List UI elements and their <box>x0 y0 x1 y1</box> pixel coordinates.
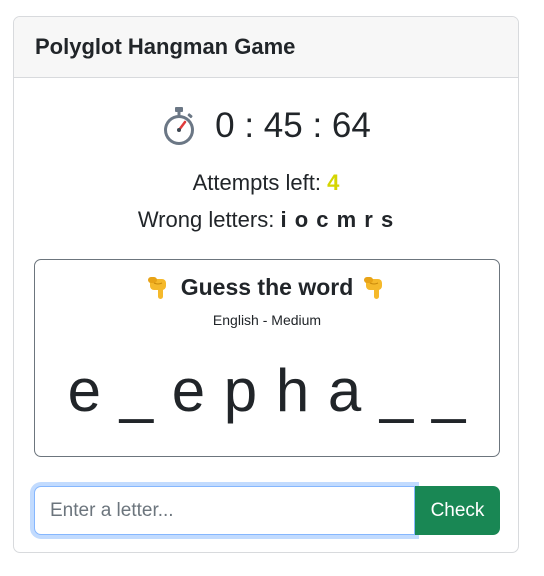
pointing-down-hand-icon <box>364 276 383 299</box>
attempts-label: Attempts left: <box>192 170 328 195</box>
timer-value: 0 : 45 : 64 <box>215 106 371 145</box>
masked-word: e _ e p h a _ _ <box>67 357 467 424</box>
attempts-left: Attempts left: 4 <box>14 170 518 196</box>
game-card: Polyglot Hangman Game 0 : 45 : 64 Attemp… <box>13 16 519 553</box>
wrong-letters: Wrong letters: i o c m r s <box>14 207 518 233</box>
page-title: Polyglot Hangman Game <box>35 34 296 59</box>
guess-input-group: Check <box>34 486 500 535</box>
letter-input[interactable] <box>34 486 415 535</box>
word-panel: Guess the word English - Medium e _ e p … <box>34 259 500 457</box>
guess-title: Guess the word <box>35 274 499 301</box>
wrong-letters-list: i o c m r s <box>280 207 395 232</box>
pointing-down-hand-icon <box>147 276 166 299</box>
card-header: Polyglot Hangman Game <box>14 17 518 78</box>
check-button[interactable]: Check <box>415 486 500 535</box>
stopwatch-icon <box>164 107 195 145</box>
language-level: English - Medium <box>212 312 322 328</box>
attempts-count: 4 <box>327 170 340 195</box>
guess-title-text: Guess the word <box>180 274 354 300</box>
wrong-letters-label: Wrong letters: <box>137 207 281 232</box>
timer: 0 : 45 : 64 <box>14 106 518 146</box>
